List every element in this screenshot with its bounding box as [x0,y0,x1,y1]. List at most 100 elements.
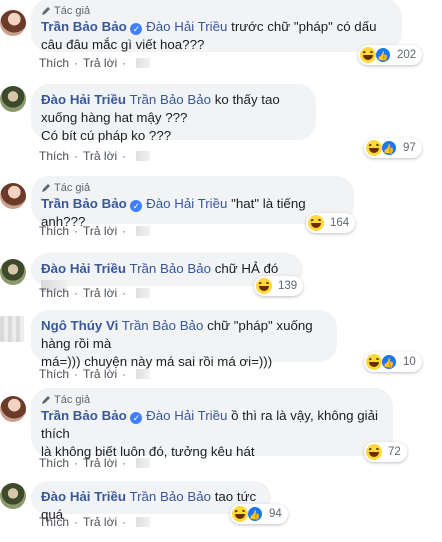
reaction-count: 94 [269,508,282,520]
mention-link[interactable]: Đào Hải Triều [146,408,227,423]
reaction-summary[interactable]: 72 [364,442,407,462]
author-tag: Tác giả [41,5,390,17]
timestamp-redacted [136,151,151,161]
like-link[interactable]: Thích [39,456,69,470]
commenter-name[interactable]: Đào Hải Triều [41,489,126,504]
like-link[interactable]: Thích [39,56,69,70]
separator: · [74,224,79,238]
avatar[interactable] [0,483,26,509]
reaction-count: 164 [330,217,350,229]
comment-actions: Thích · Trả lời · [39,149,151,163]
separator: · [74,286,79,300]
mention-link[interactable]: Trần Bảo Bảo [122,318,204,333]
haha-reaction-icon [366,354,382,370]
verified-badge-icon: ✓ [130,200,143,212]
separator: · [122,149,127,163]
reply-link[interactable]: Trả lời [83,367,117,381]
pen-icon [42,184,50,192]
reply-link[interactable]: Trả lời [83,515,117,529]
like-link[interactable]: Thích [39,224,69,238]
separator: · [122,515,127,529]
commenter-name[interactable]: Trần Bảo Bảo [41,19,127,34]
reaction-summary[interactable]: 👍 94 [230,504,288,524]
like-reaction-icon: 👍 [247,506,263,522]
haha-reaction-icon [256,278,272,294]
haha-reaction-icon [366,140,382,156]
separator: · [122,286,127,300]
haha-reaction-icon [360,47,376,63]
verified-badge-icon: ✓ [130,412,143,424]
timestamp-redacted [136,226,151,236]
mention-link[interactable]: Trần Bảo Bảo [129,92,211,107]
timestamp-redacted [136,58,151,68]
comment-text-line2: Có bít cú pháp ko ??? [41,128,172,143]
comment-actions: Thích · Trả lời · [39,456,151,470]
reaction-summary[interactable]: 👍 97 [364,138,422,158]
reply-link[interactable]: Trả lời [83,456,117,470]
reaction-summary[interactable]: 164 [306,213,356,233]
mention-link[interactable]: Trần Bảo Bảo [129,489,211,504]
separator: · [122,367,127,381]
timestamp-redacted [136,288,151,298]
pen-icon [42,7,50,15]
avatar[interactable] [0,183,26,209]
comment-bubble: Tác giả Trần Bảo Bảo ✓ Đào Hải Triều "ha… [31,176,354,229]
comment-bubble: Tác giả Trần Bảo Bảo ✓ Đào Hải Triều trư… [31,0,402,52]
commenter-name[interactable]: Đào Hải Triều [41,92,126,107]
comment-bubble: Ngô Thúy Vi Trần Bảo Bảo chữ "pháp" xuốn… [31,310,337,369]
reply-link[interactable]: Trả lời [83,149,117,163]
timestamp-redacted [136,369,151,379]
verified-badge-icon: ✓ [130,23,143,35]
like-reaction-icon: 👍 [381,354,397,370]
mention-link[interactable]: Trần Bảo Bảo [129,261,211,276]
avatar[interactable] [0,259,26,285]
comment-actions: Thích · Trả lời · [39,367,151,381]
like-link[interactable]: Thích [39,367,69,381]
haha-reaction-icon [308,215,324,231]
reaction-count: 139 [278,280,298,292]
separator: · [74,149,79,163]
author-tag: Tác giả [41,394,381,406]
commenter-name[interactable]: Đào Hải Triều [41,261,126,276]
like-link[interactable]: Thích [39,149,69,163]
mention-link[interactable]: Đào Hải Triều [146,19,227,34]
comment-actions: Thích · Trả lời · [39,56,151,70]
separator: · [74,456,79,470]
avatar[interactable] [0,396,26,422]
reaction-summary[interactable]: 👍 10 [364,352,422,372]
avatar[interactable] [0,86,26,112]
pen-icon [42,396,50,404]
mention-link[interactable]: Đào Hải Triều [146,196,227,211]
separator: · [122,224,127,238]
haha-reaction-icon [366,444,382,460]
comment-actions: Thích · Trả lời · [39,286,151,300]
haha-reaction-icon [232,506,248,522]
like-link[interactable]: Thích [39,286,69,300]
like-reaction-icon: 👍 [381,140,397,156]
reply-link[interactable]: Trả lời [83,56,117,70]
comment-bubble: Tác giả Trần Bảo Bảo ✓ Đào Hải Triều ồ t… [31,388,393,459]
timestamp-redacted [136,517,151,527]
reply-link[interactable]: Trả lời [83,224,117,238]
avatar[interactable] [0,10,26,36]
separator: · [122,56,127,70]
commenter-name[interactable]: Trần Bảo Bảo [41,196,127,211]
comment-bubble: Đào Hải Triều Trần Bảo Bảo ko thấy tao x… [31,84,316,143]
reaction-count: 10 [403,356,416,368]
reaction-summary[interactable]: 139 [254,276,304,296]
separator: · [74,515,79,529]
timestamp-redacted [136,458,151,468]
reaction-summary[interactable]: 👍 202 [358,45,423,65]
comment-text: chữ HẢ đó [214,261,279,276]
reaction-count: 72 [388,446,401,458]
like-link[interactable]: Thích [39,515,69,529]
commenter-name[interactable]: Trần Bảo Bảo [41,408,127,423]
comment-actions: Thích · Trả lời · [39,515,151,529]
comment-actions: Thích · Trả lời · [39,224,151,238]
separator: · [74,56,79,70]
author-tag: Tác giả [41,182,342,194]
avatar[interactable] [0,316,24,342]
reply-link[interactable]: Trả lời [83,286,117,300]
reaction-count: 97 [403,142,416,154]
commenter-name[interactable]: Ngô Thúy Vi [41,318,118,333]
